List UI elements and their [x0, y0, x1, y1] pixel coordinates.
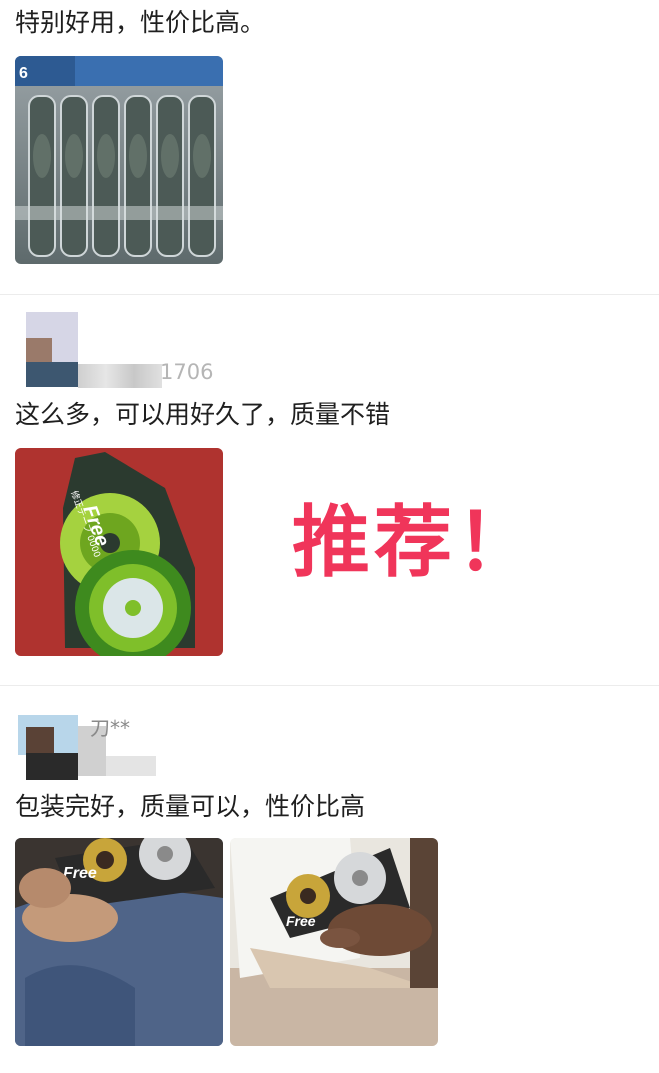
review-photo-tape-pack[interactable]: 6	[15, 56, 223, 264]
review-photo-tape-on-paper[interactable]: Free	[230, 838, 438, 1046]
svg-text:6: 6	[19, 65, 28, 82]
user-avatar[interactable]	[18, 312, 78, 387]
blurred-username-tail	[106, 756, 156, 776]
recommend-annotation: 推荐！	[292, 498, 539, 588]
review-divider	[0, 685, 659, 686]
review-photo-hand-holding-tape[interactable]: Free	[15, 838, 223, 1046]
review-divider	[0, 294, 659, 295]
review-meta: 刀**	[90, 716, 130, 740]
blurred-username	[78, 364, 162, 388]
review-text: 特别好用，性价比高。	[15, 8, 266, 37]
review-photo-green-tape[interactable]: Free 修正テープ 0000	[15, 448, 223, 656]
svg-text:Free: Free	[286, 913, 316, 929]
review-text: 包装完好，质量可以，性价比高	[15, 792, 366, 821]
user-avatar[interactable]	[18, 715, 78, 780]
review-meta: 1706	[160, 360, 214, 384]
review-text: 这么多，可以用好久了，质量不错	[15, 400, 391, 429]
